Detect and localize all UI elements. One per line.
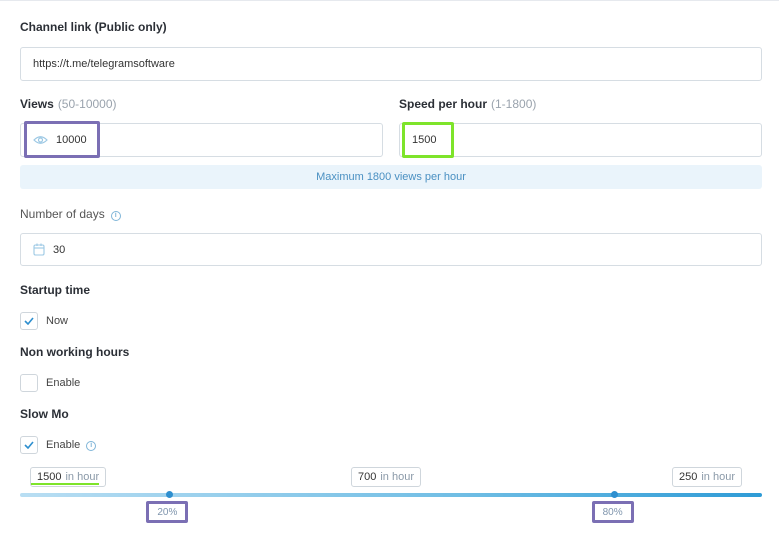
slow-mo-enable-label: Enable i <box>46 439 97 451</box>
segment-value: 1500 <box>37 471 62 483</box>
views-label: Views (50-10000) <box>20 97 117 111</box>
segment-unit: in hour <box>701 471 735 483</box>
segment-1-highlight-underline <box>31 483 99 485</box>
days-label: Number of days i <box>20 207 121 221</box>
startup-time-label: Startup time <box>20 283 91 297</box>
startup-now-checkbox[interactable] <box>20 312 38 330</box>
segment-value: 250 <box>679 471 698 483</box>
segment-unit: in hour <box>380 471 414 483</box>
calendar-icon <box>33 243 45 256</box>
info-icon[interactable]: i <box>110 211 121 221</box>
max-views-notice: Maximum 1800 views per hour <box>20 165 762 189</box>
slow-mo-slider-track[interactable] <box>20 493 762 497</box>
channel-link-input[interactable]: https://t.me/telegramsoftware <box>20 47 762 81</box>
startup-now-label: Now <box>46 315 69 327</box>
checkmark-icon <box>24 441 34 449</box>
segment-tag-3: 250 in hour <box>672 467 742 487</box>
info-icon[interactable]: i <box>86 441 97 451</box>
slow-mo-enable-checkbox[interactable] <box>20 436 38 454</box>
speed-label: Speed per hour (1-1800) <box>399 97 537 111</box>
views-range-hint: (50-10000) <box>57 97 117 111</box>
slider-handle-1[interactable] <box>165 491 173 498</box>
days-input[interactable]: 30 <box>20 233 762 266</box>
speed-range-hint: (1-1800) <box>491 97 537 111</box>
non-working-enable-checkbox[interactable] <box>20 374 38 392</box>
slider-percent-2: 80% <box>591 501 634 523</box>
slow-mo-label: Slow Mo <box>20 407 69 421</box>
segment-unit: in hour <box>65 471 100 483</box>
segment-tag-2: 700 in hour <box>351 467 421 487</box>
non-working-enable-label: Enable <box>46 377 81 389</box>
top-divider <box>0 0 779 1</box>
channel-link-label: Channel link (Public only) <box>20 20 167 34</box>
channel-link-value: https://t.me/telegramsoftware <box>33 58 175 70</box>
checkmark-icon <box>24 317 34 325</box>
speed-highlight-box <box>402 122 454 158</box>
segment-value: 700 <box>358 471 377 483</box>
days-value: 30 <box>53 243 66 256</box>
views-highlight-box <box>24 121 100 158</box>
slider-percent-1: 20% <box>146 501 189 523</box>
non-working-hours-label: Non working hours <box>20 345 130 359</box>
